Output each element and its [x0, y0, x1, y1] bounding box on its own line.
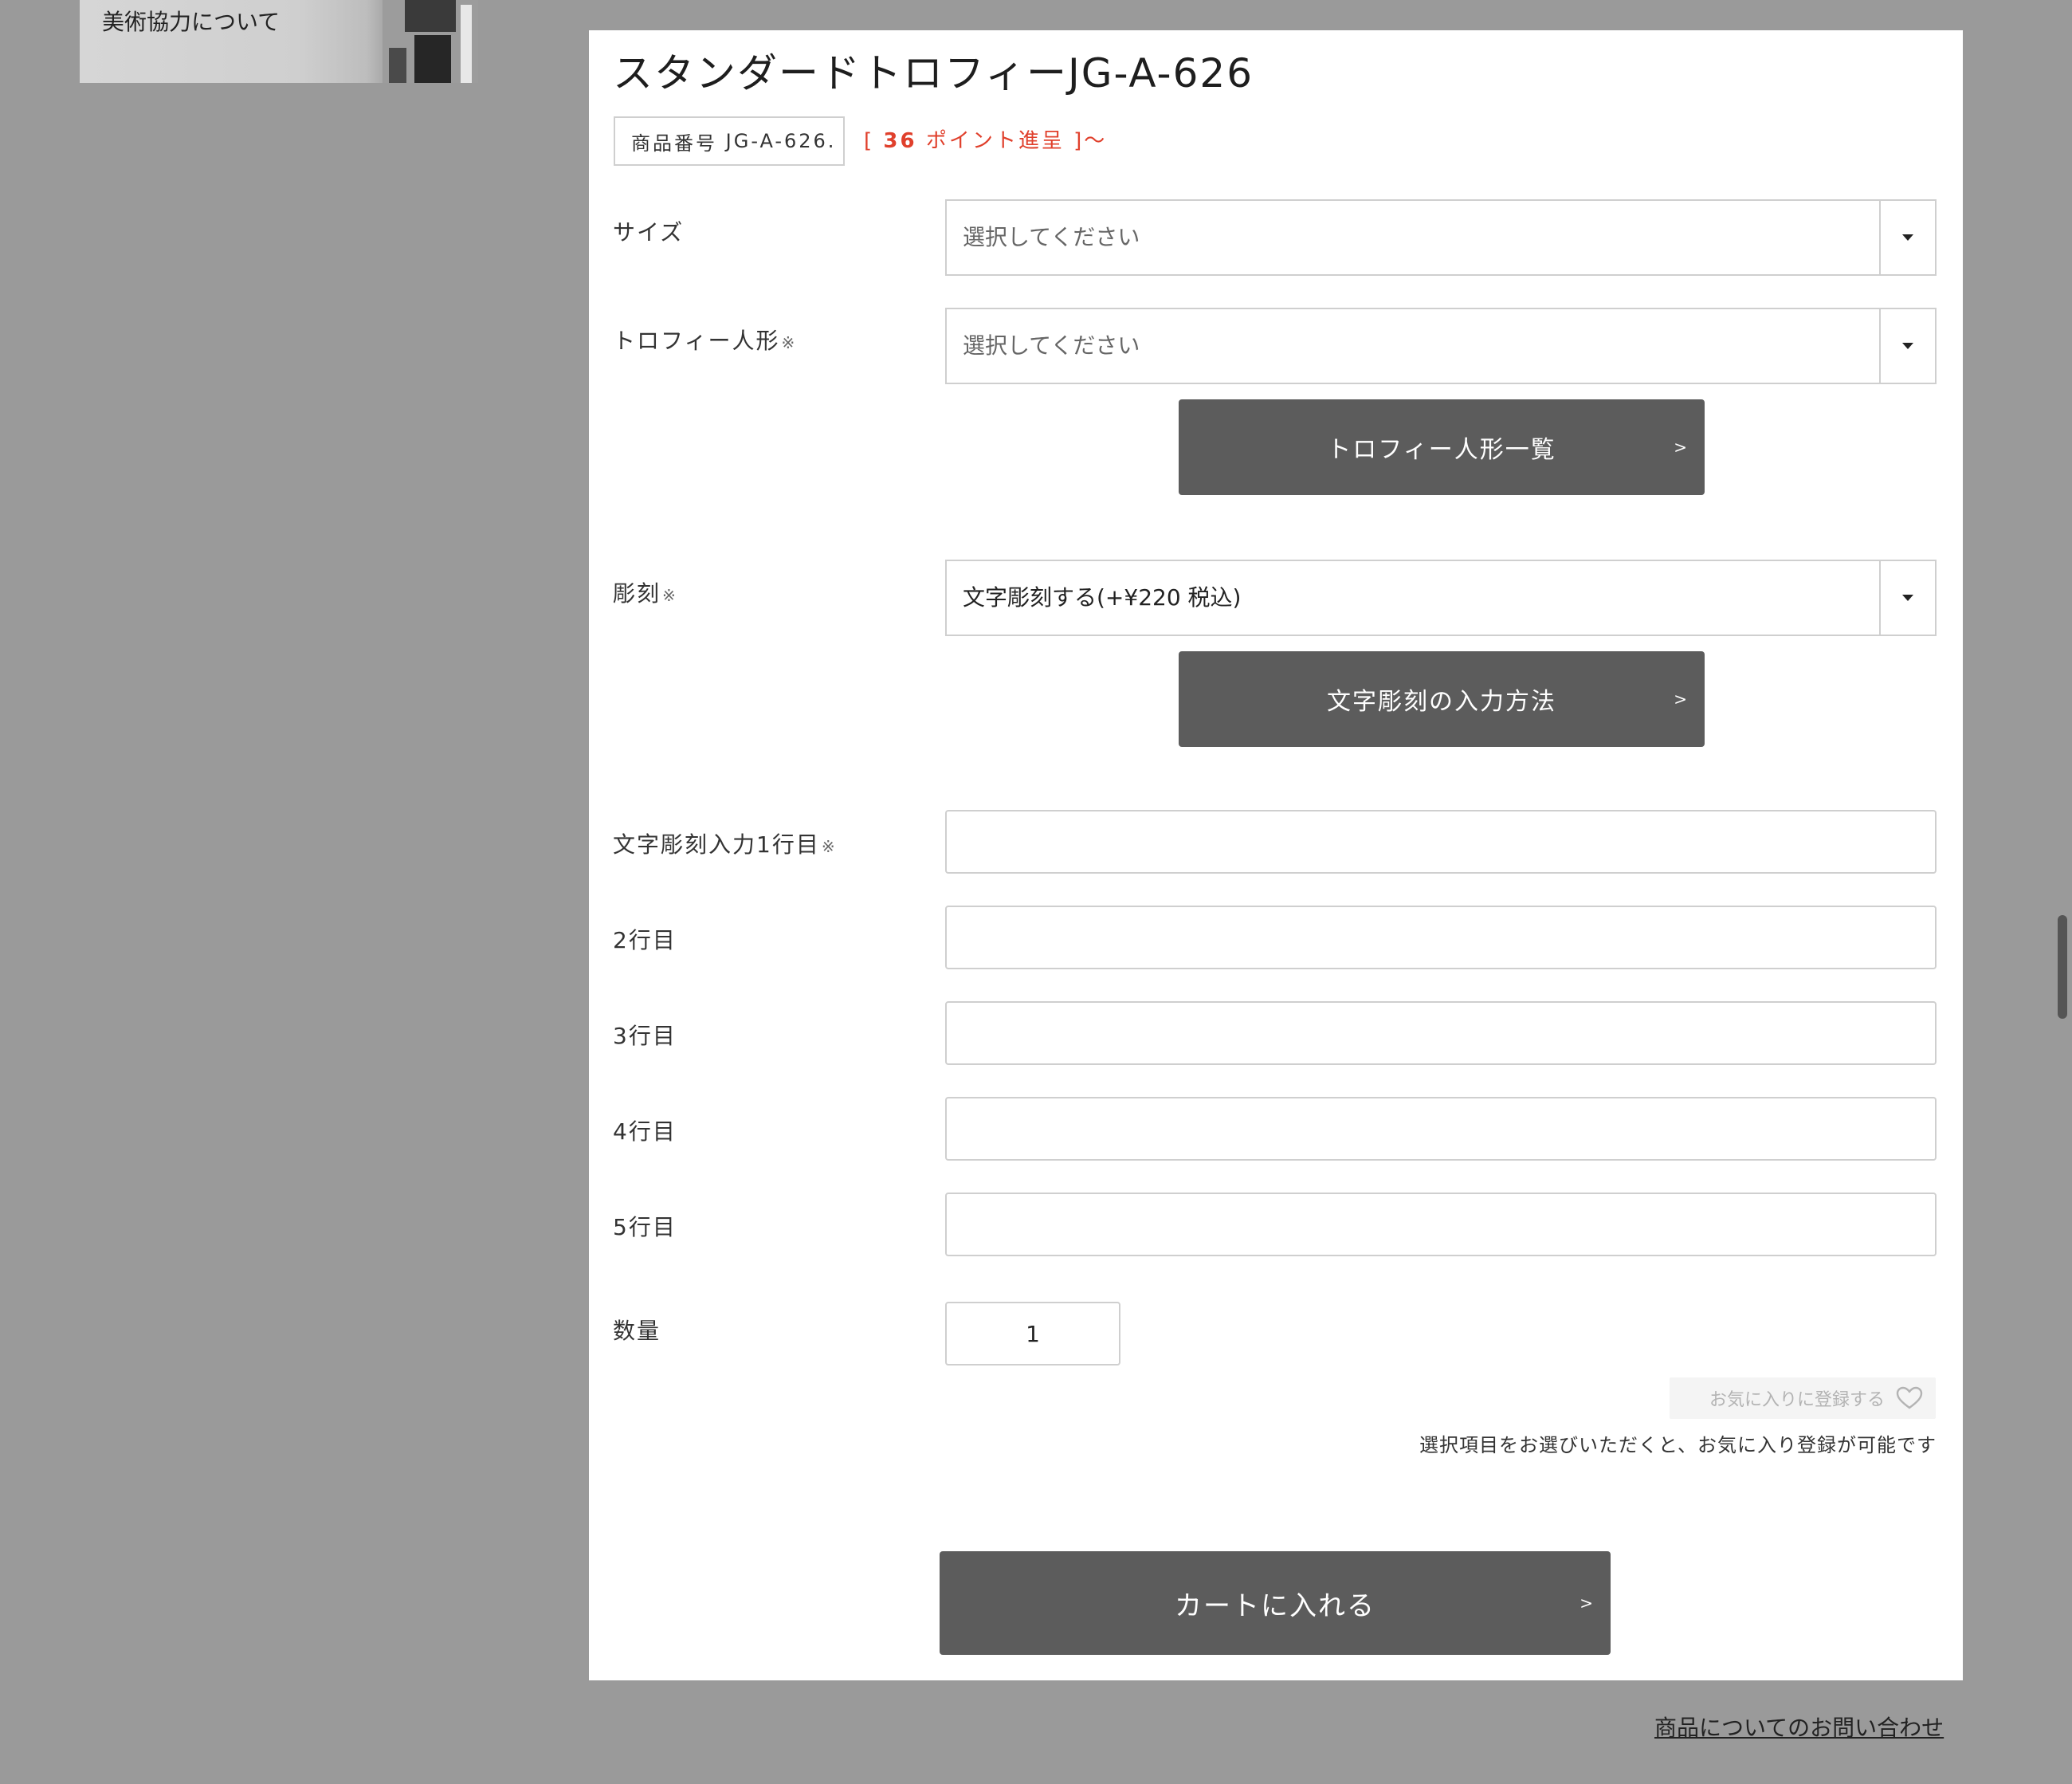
engraving-line-3-label: 3行目	[613, 1023, 677, 1049]
product-inquiry-link[interactable]: 商品についてのお問い合わせ	[1654, 1711, 1944, 1743]
favorites-note: 選択項目をお選びいただくと、お気に入り登録が可能です	[1419, 1434, 1937, 1456]
figure-select-value: 選択してください	[963, 332, 1140, 359]
quantity-input[interactable]	[945, 1302, 1120, 1366]
required-mark: ※	[662, 586, 677, 605]
sku-label: 商品番号	[631, 132, 717, 155]
points-award: [ 36 ポイント進呈 ]〜	[864, 124, 1107, 154]
add-to-favorites-button[interactable]: お気に入りに登録する	[1670, 1377, 1936, 1419]
product-options-panel: スタンダードトロフィーJG-A-626 商品番号 JG-A-626. [ 36 …	[589, 30, 1963, 1680]
chevron-right-icon: >	[1580, 1593, 1595, 1613]
size-select[interactable]: 選択してください	[945, 199, 1937, 276]
engraving-line-3-input[interactable]	[945, 1001, 1937, 1065]
engraving-line-1-label: 文字彫刻入力1行目 ※	[613, 827, 837, 859]
chevron-right-icon: >	[1674, 690, 1689, 709]
add-to-cart-button[interactable]: カートに入れる >	[940, 1551, 1611, 1655]
engraving-select[interactable]: 文字彫刻する(+¥220 税込)	[945, 560, 1937, 636]
chevron-down-icon	[1902, 343, 1913, 349]
figure-list-button[interactable]: トロフィー人形一覧 >	[1179, 399, 1705, 495]
engraving-label: 彫刻 ※	[613, 576, 677, 608]
engraving-label-text: 彫刻	[613, 580, 661, 607]
engraving-line-4-label: 4行目	[613, 1118, 677, 1145]
engraving-line-5-label: 5行目	[613, 1214, 677, 1240]
engraving-select-value: 文字彫刻する(+¥220 税込)	[963, 584, 1242, 611]
figure-label-text: トロフィー人形	[613, 328, 780, 354]
figure-list-button-label: トロフィー人形一覧	[1327, 436, 1556, 464]
required-mark: ※	[781, 333, 797, 352]
points-bracket-open: [	[864, 129, 875, 153]
quantity-label: 数量	[613, 1318, 661, 1344]
page-scrollbar-thumb[interactable]	[2058, 915, 2067, 1019]
size-select-dropdown-toggle[interactable]	[1879, 201, 1935, 274]
engraving-line-1-input[interactable]	[945, 810, 1937, 874]
chevron-down-icon	[1902, 234, 1913, 241]
sidebar-banner-label: 美術協力について	[102, 9, 281, 35]
sidebar-banner-art-cooperation[interactable]: 美術協力について	[80, 0, 478, 83]
sidebar-banner-photo	[383, 0, 478, 83]
size-label: サイズ	[613, 215, 684, 247]
engraving-line-2-label: 2行目	[613, 927, 677, 953]
product-sku-box: 商品番号 JG-A-626.	[614, 116, 845, 166]
product-title: スタンダードトロフィーJG-A-626	[613, 50, 1254, 96]
sku-value: JG-A-626.	[725, 130, 837, 152]
size-select-value: 選択してください	[963, 224, 1140, 250]
points-number: 36	[883, 129, 917, 153]
engraving-line-5-input[interactable]	[945, 1193, 1937, 1256]
engraving-line-4-input[interactable]	[945, 1097, 1937, 1161]
add-to-favorites-label: お気に入りに登録する	[1709, 1390, 1885, 1410]
figure-select[interactable]: 選択してください	[945, 308, 1937, 384]
points-bracket-close: ]〜	[1073, 129, 1108, 153]
add-to-cart-label: カートに入れる	[1175, 1589, 1375, 1622]
engraving-select-dropdown-toggle[interactable]	[1879, 561, 1935, 635]
points-text: ポイント進呈	[925, 129, 1065, 153]
chevron-right-icon: >	[1674, 438, 1689, 457]
heart-outline-icon	[1896, 1386, 1923, 1409]
engraving-howto-button[interactable]: 文字彫刻の入力方法 >	[1179, 651, 1705, 747]
engraving-line-1-label-text: 文字彫刻入力1行目	[613, 831, 820, 858]
required-mark: ※	[821, 837, 837, 856]
engraving-howto-button-label: 文字彫刻の入力方法	[1327, 688, 1556, 716]
engraving-line-2-input[interactable]	[945, 906, 1937, 969]
chevron-down-icon	[1902, 595, 1913, 601]
figure-select-dropdown-toggle[interactable]	[1879, 309, 1935, 383]
figure-label: トロフィー人形 ※	[613, 324, 796, 356]
size-label-text: サイズ	[613, 219, 685, 246]
